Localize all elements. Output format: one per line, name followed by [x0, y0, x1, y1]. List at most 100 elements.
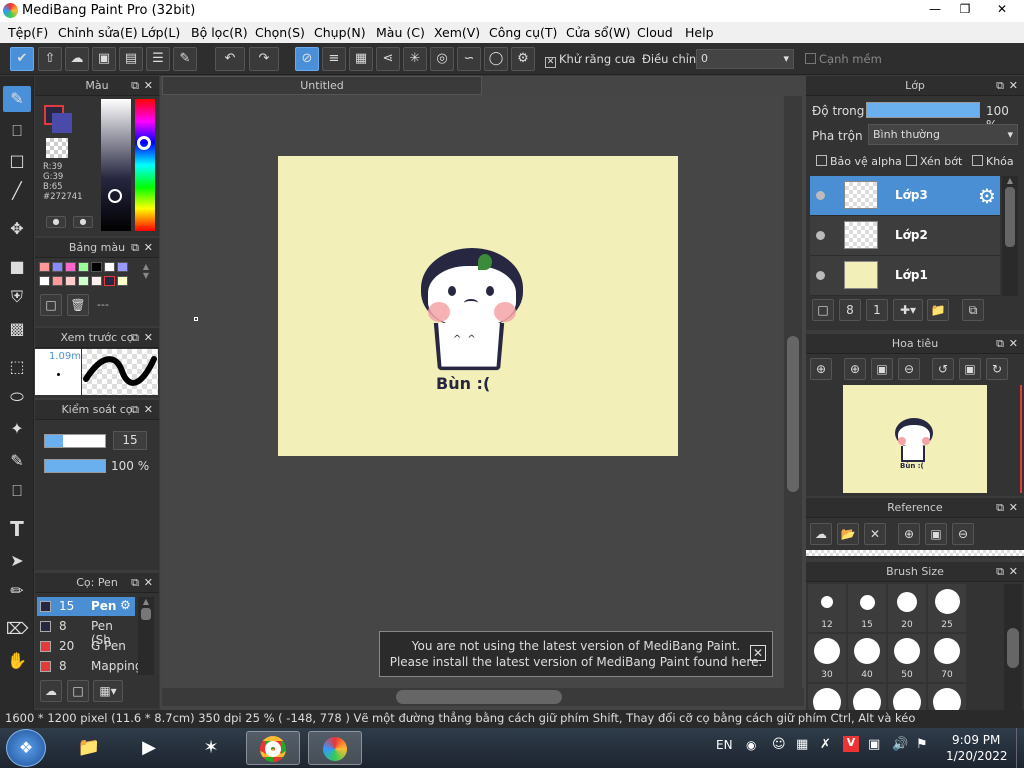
menu-view[interactable]: Xem(V)	[434, 25, 480, 40]
rectangle-tool-icon[interactable]: □	[3, 148, 31, 174]
menu-select[interactable]: Chọn(S)	[255, 25, 305, 40]
close-icon[interactable]: ✕	[144, 76, 153, 96]
zalo-tray-icon[interactable]: ◉	[746, 738, 756, 752]
protect-alpha-checkbox[interactable]: Bảo vệ alpha	[816, 155, 902, 168]
new-1bit-layer-icon[interactable]: 1	[866, 299, 888, 321]
close-icon[interactable]: ✕	[1009, 498, 1018, 518]
vertical-scrollbar[interactable]	[784, 96, 802, 688]
list-icon[interactable]: ☰	[146, 47, 170, 71]
palette-swatch[interactable]	[104, 276, 115, 286]
palette-swatch[interactable]	[104, 262, 115, 272]
recorder-app-icon[interactable]: ✶	[184, 731, 238, 765]
popout-icon[interactable]: ⧉	[131, 400, 139, 420]
start-button[interactable]: ❖	[6, 729, 46, 767]
network-off-tray-icon[interactable]: ✗	[820, 737, 831, 752]
brush-size-40[interactable]: 40	[848, 634, 886, 682]
menu-window[interactable]: Cửa sổ(W)	[566, 25, 631, 40]
fill-rect-tool-icon[interactable]: ■	[3, 254, 31, 280]
delete-palette-icon[interactable]: 🗑	[67, 294, 89, 316]
menu-edit[interactable]: Chỉnh sửa(E)	[58, 25, 138, 40]
text-tool-icon[interactable]: T	[3, 516, 31, 542]
menu-snap[interactable]: Chụp(N)	[314, 25, 366, 40]
gradient-tool-icon[interactable]: ▩	[3, 316, 31, 342]
brightness-slider[interactable]	[101, 99, 131, 231]
chat-icon[interactable]: ▣	[92, 47, 116, 71]
palette-swatch[interactable]	[117, 276, 128, 286]
operation-tool-icon[interactable]: ➤	[3, 548, 31, 574]
cloud-upload-icon[interactable]: ☁	[810, 523, 832, 545]
hand-tool-icon[interactable]: ✋	[3, 648, 31, 674]
brush-tool-icon[interactable]: ✎	[3, 86, 31, 112]
new-brush-icon[interactable]: □	[67, 680, 89, 702]
menu-layer[interactable]: Lớp(L)	[141, 25, 180, 40]
brush-item-mapping[interactable]: 8 Mapping	[37, 657, 143, 676]
navigator-preview[interactable]: Bùn :(	[843, 385, 987, 493]
layer-item-2[interactable]: Lớp2	[810, 216, 1000, 256]
menu-color[interactable]: Màu (C)	[376, 25, 425, 40]
fit-screen-icon[interactable]: ▣	[871, 358, 893, 380]
hue-slider[interactable]	[135, 99, 155, 231]
divide-tool-icon[interactable]: ✏	[3, 578, 31, 604]
discord-tray-icon[interactable]: ☺	[772, 737, 786, 752]
palette-swatch[interactable]	[78, 262, 89, 272]
popout-icon[interactable]: ⧉	[131, 76, 139, 96]
close-window-button[interactable]: ✕	[980, 0, 1024, 20]
fit-screen-icon[interactable]: ▣	[925, 523, 947, 545]
clip-checkbox[interactable]: Xén bớt	[906, 155, 962, 168]
brush-size-25[interactable]: 25	[928, 584, 966, 632]
restore-button[interactable]: ❐	[950, 0, 980, 20]
chrome-icon[interactable]	[246, 731, 300, 765]
medibang-taskbar-icon[interactable]	[308, 731, 362, 765]
clock-time[interactable]: 9:09 PM	[952, 733, 1000, 747]
new-layer-icon[interactable]: □	[812, 299, 834, 321]
open-folder-icon[interactable]: 📂	[837, 523, 859, 545]
brush-size-slider[interactable]	[44, 434, 106, 448]
brush-settings-gear-icon[interactable]: ⚙	[120, 598, 131, 612]
lock-checkbox[interactable]: Khóa	[972, 155, 1014, 168]
brush-size-50[interactable]: 50	[888, 634, 926, 682]
blend-mode-dropdown[interactable]: Bình thường ▾	[868, 124, 1018, 145]
duplicate-layer-icon[interactable]: ⧉	[962, 299, 984, 321]
select-pen-tool-icon[interactable]: ✎	[3, 448, 31, 474]
document-icon[interactable]: ▤	[119, 47, 143, 71]
zoom-in-icon[interactable]: ⊕	[810, 358, 832, 380]
palette-swatch[interactable]	[65, 262, 76, 272]
palette-swatch[interactable]	[65, 276, 76, 286]
color-mode-icon[interactable]: ●	[46, 216, 66, 228]
brush-size-70[interactable]: 70	[928, 634, 966, 682]
add-layer-menu-icon[interactable]: ✚▾	[893, 299, 923, 321]
file-explorer-icon[interactable]: 📁	[62, 731, 116, 765]
close-icon[interactable]: ✕	[144, 400, 153, 420]
show-desktop-button[interactable]	[1016, 728, 1024, 768]
update-notice[interactable]: You are not using the latest version of …	[379, 631, 773, 677]
eraser-tool-icon[interactable]: ⎕	[3, 118, 31, 144]
brush-size-15[interactable]: 15	[848, 584, 886, 632]
edit-document-icon[interactable]: ✎	[173, 47, 197, 71]
cloud-save-icon[interactable]: ✔	[10, 47, 34, 71]
zoom-out-icon[interactable]: ⊖	[952, 523, 974, 545]
brush-menu-icon[interactable]: ▦▾	[93, 680, 123, 702]
menu-file[interactable]: Tệp(F)	[8, 25, 48, 40]
layer-list-scrollbar[interactable]: ▲	[1002, 176, 1018, 296]
redo-button[interactable]: ↷	[249, 47, 279, 71]
radial-snap-icon[interactable]: ✳	[403, 47, 427, 71]
new-8bit-layer-icon[interactable]: 8	[839, 299, 861, 321]
add-brush-cloud-icon[interactable]: ☁	[40, 680, 62, 702]
select-eraser-tool-icon[interactable]: ⎕	[3, 478, 31, 504]
brush-size-12[interactable]: 12	[808, 584, 846, 632]
language-indicator[interactable]: EN	[716, 738, 733, 752]
zoom-in-icon[interactable]: ⊕	[898, 523, 920, 545]
undo-button[interactable]: ↶	[215, 47, 245, 71]
media-player-icon[interactable]: ▶	[122, 731, 176, 765]
popout-icon[interactable]: ⧉	[131, 573, 139, 593]
magic-wand-tool-icon[interactable]: ✦	[3, 416, 31, 442]
rotate-left-icon[interactable]: ↺	[932, 358, 954, 380]
brush-item-pen-shading[interactable]: 8 Pen (Sh	[37, 617, 135, 647]
bucket-tool-icon[interactable]: ⛨	[3, 284, 31, 310]
rotate-right-icon[interactable]: ↻	[986, 358, 1008, 380]
drawing-canvas[interactable]: ^^ Bùn :(	[278, 156, 678, 456]
palette-swatch[interactable]	[117, 262, 128, 272]
popout-icon[interactable]: ⧉	[996, 76, 1004, 96]
line-tool-icon[interactable]: ╱	[3, 178, 31, 204]
palette-swatch[interactable]	[39, 262, 50, 272]
